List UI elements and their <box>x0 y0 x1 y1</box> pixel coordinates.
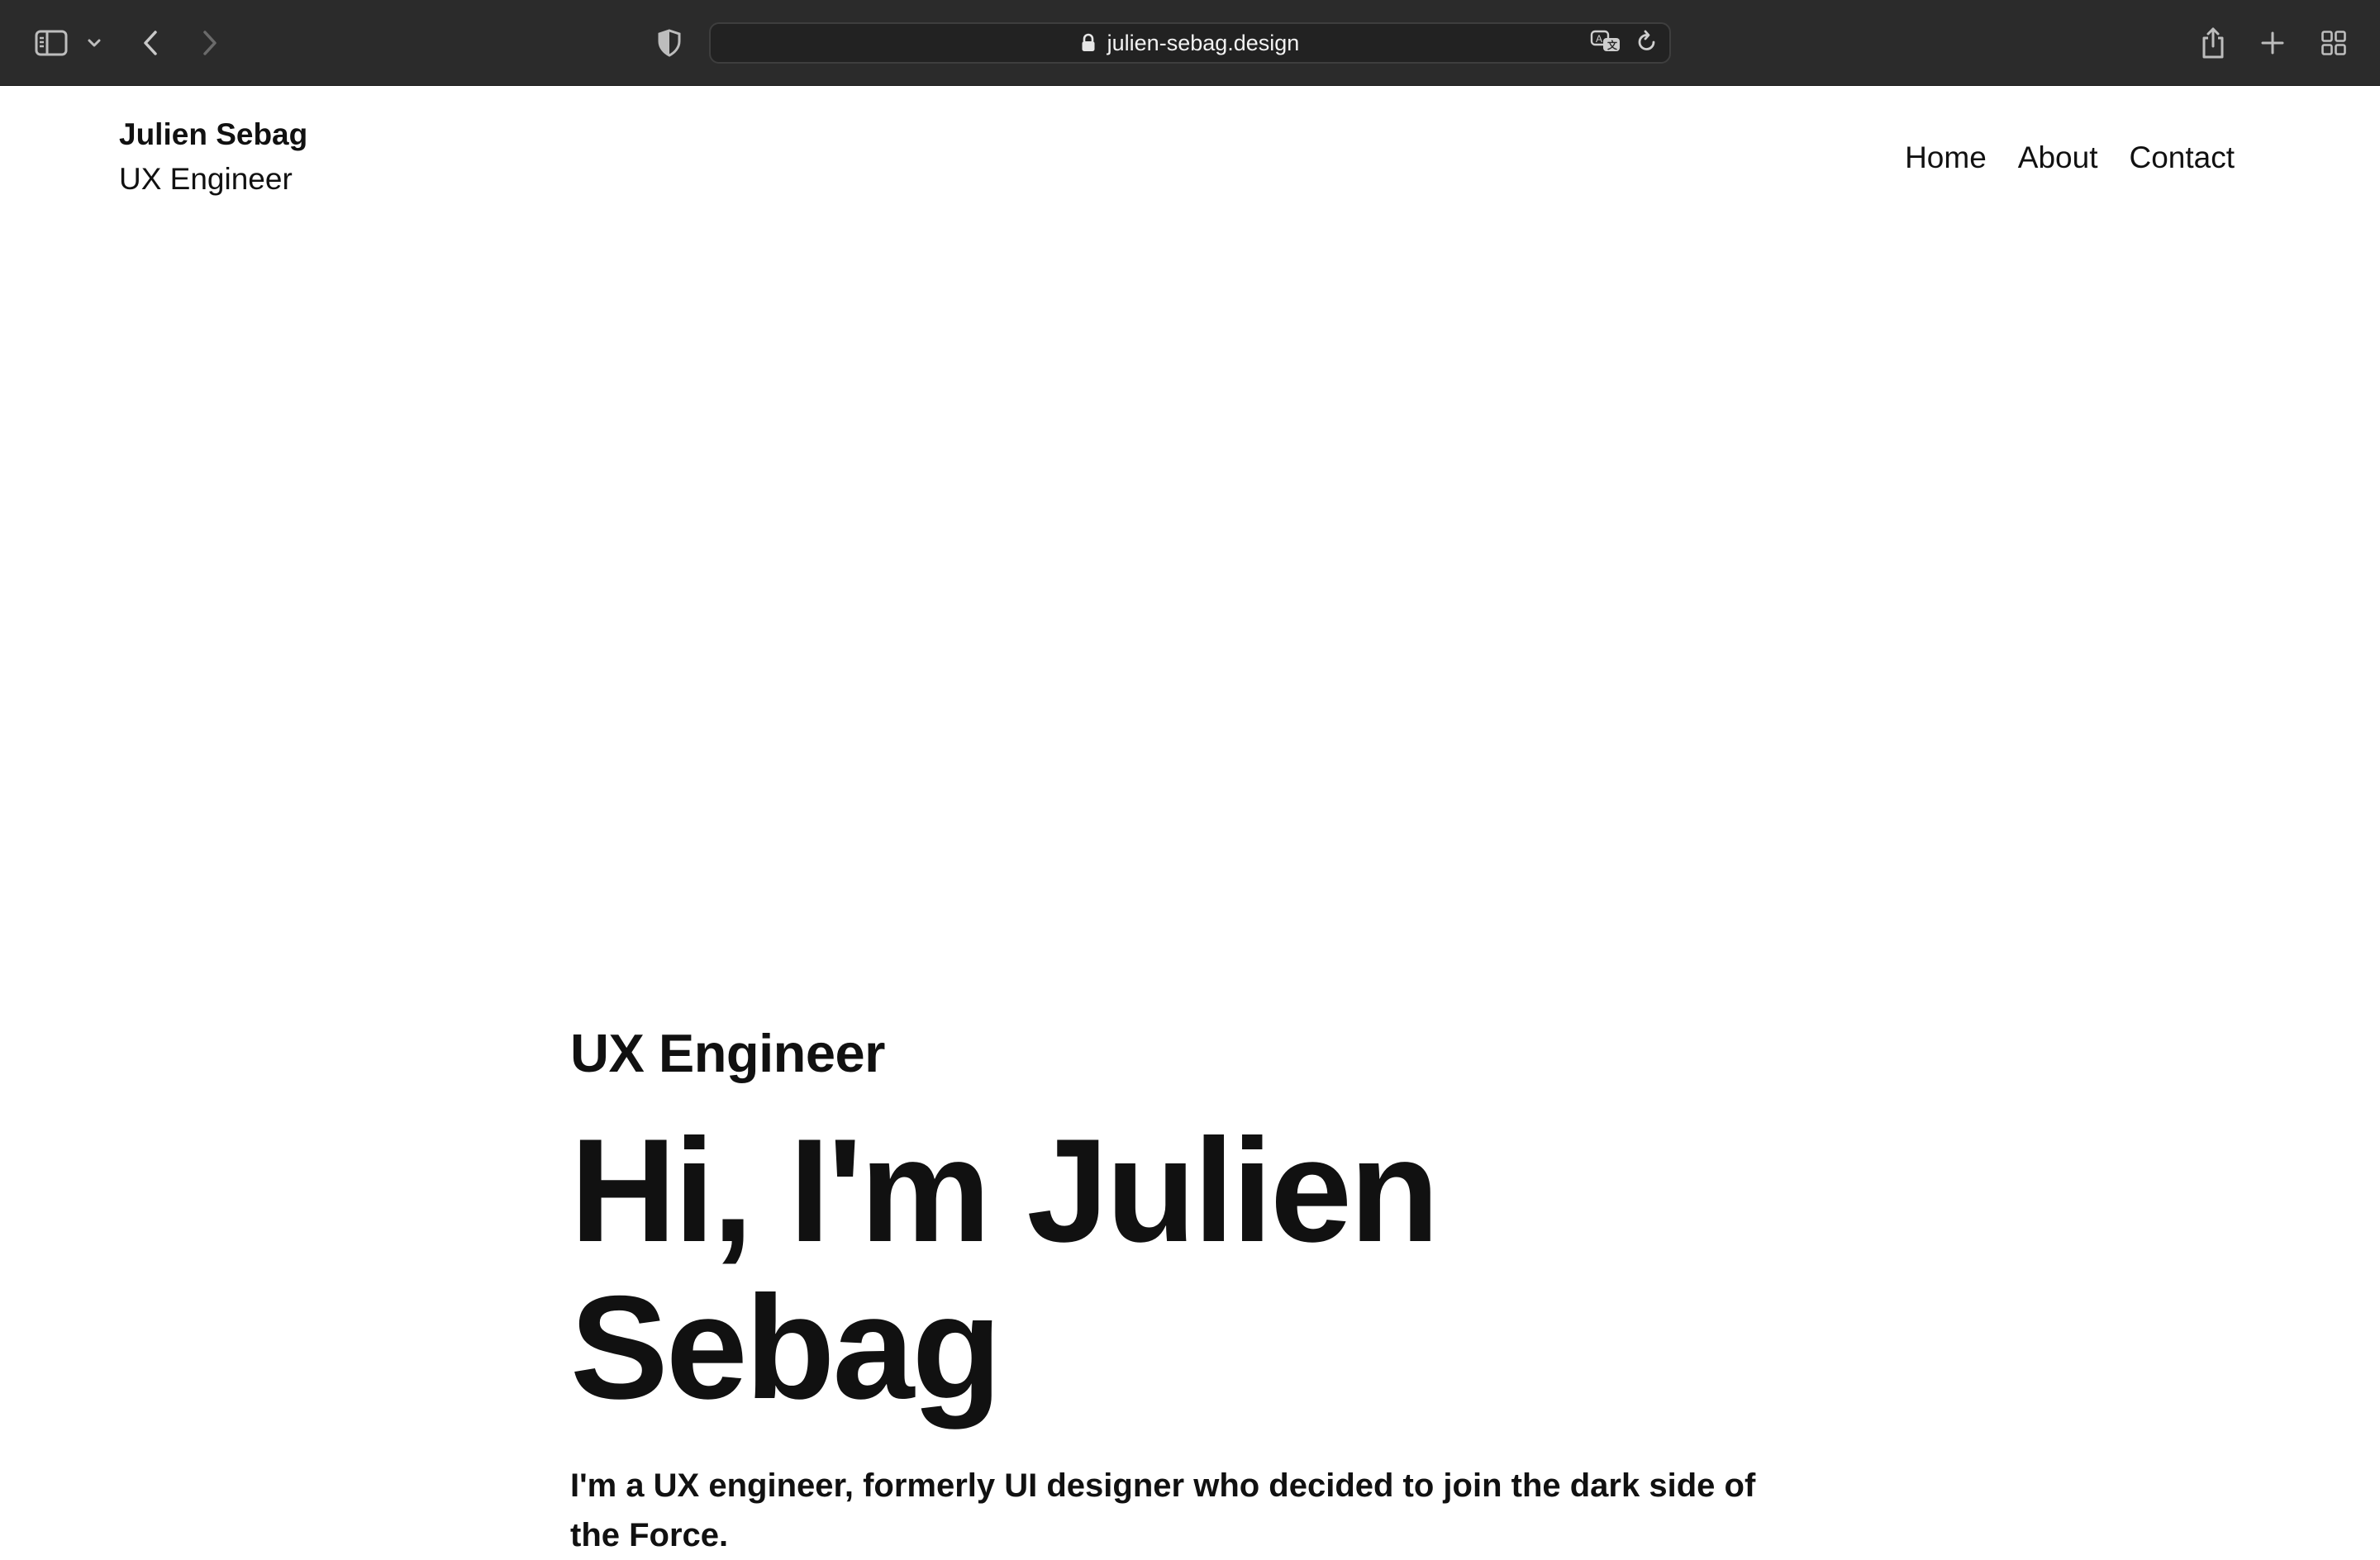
plus-icon <box>2261 31 2284 55</box>
translate-icon: A 文 <box>1590 30 1620 51</box>
nav-home-link[interactable]: Home <box>1905 137 1987 178</box>
nav-contact-link[interactable]: Contact <box>2129 137 2235 178</box>
new-tab-button[interactable] <box>2258 21 2287 64</box>
share-button[interactable] <box>2198 21 2228 64</box>
tab-overview-button[interactable] <box>2319 21 2349 64</box>
nav-about-link[interactable]: About <box>2018 137 2098 178</box>
main-nav: Home About Contact <box>1905 137 2235 178</box>
svg-text:文: 文 <box>1607 39 1618 51</box>
brand[interactable]: Julien Sebag UX Engineer <box>119 114 307 203</box>
address-bar[interactable]: julien-sebag.design A 文 <box>709 22 1671 64</box>
share-icon <box>2202 27 2224 59</box>
privacy-report-button[interactable] <box>654 21 684 64</box>
chevron-down-icon <box>88 39 101 47</box>
forward-button[interactable] <box>193 21 226 64</box>
reload-icon <box>1638 30 1655 50</box>
url-text: julien-sebag.design <box>1107 30 1300 55</box>
browser-toolbar: julien-sebag.design A 文 <box>0 0 2380 86</box>
brand-name: Julien Sebag <box>119 117 308 151</box>
sidebar-button[interactable] <box>31 21 71 64</box>
chevron-left-icon <box>144 31 157 55</box>
sidebar-icon <box>35 30 68 56</box>
tab-group-menu-button[interactable] <box>83 21 106 64</box>
shield-icon <box>658 29 681 57</box>
svg-text:A: A <box>1596 33 1602 45</box>
lock-icon <box>1082 33 1095 51</box>
hero-description: I'm a UX engineer, formerly UI designer … <box>570 1467 1756 1553</box>
hero-section: UX Engineer Hi, I'm Julien Sebag I'm a U… <box>570 1016 1859 1560</box>
hero-title: Hi, I'm Julien Sebag <box>570 1108 1440 1429</box>
reload-button[interactable] <box>1636 30 1658 57</box>
grid-icon <box>2321 31 2346 55</box>
back-button[interactable] <box>134 21 167 64</box>
chevron-right-icon <box>203 31 217 55</box>
hero-kicker: UX Engineer <box>570 1023 885 1083</box>
site-header: Julien Sebag UX Engineer Home About Cont… <box>0 86 2380 218</box>
brand-role: UX Engineer <box>119 162 293 196</box>
translate-button[interactable]: A 文 <box>1590 30 1621 57</box>
